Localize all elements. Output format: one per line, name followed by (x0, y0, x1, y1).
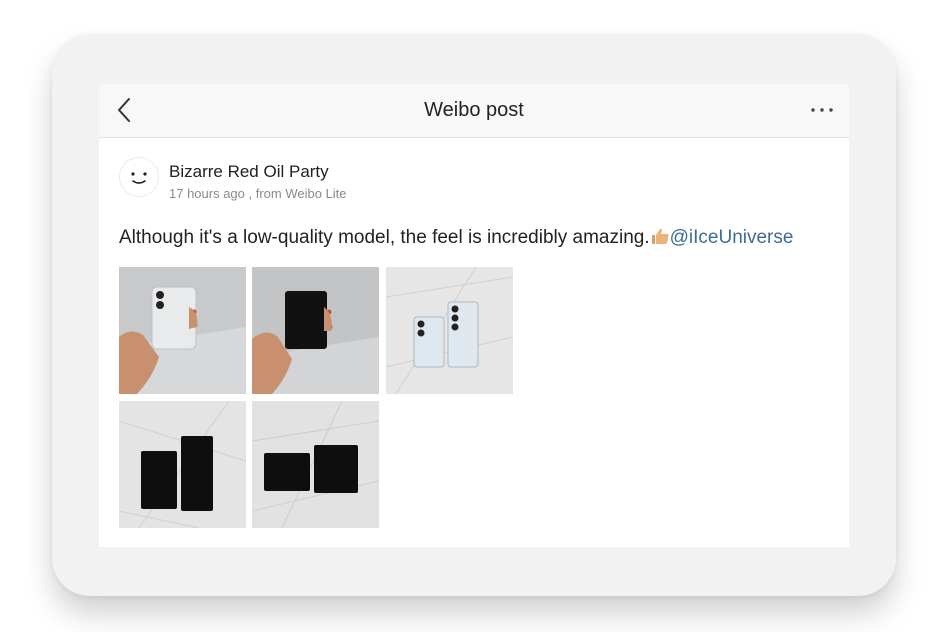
post-photo-2[interactable] (252, 267, 379, 394)
avatar[interactable] (119, 157, 159, 197)
post-body: Although it's a low-quality model, the f… (119, 227, 650, 248)
post-photo-1[interactable] (119, 267, 246, 394)
more-options-button[interactable] (809, 98, 835, 122)
author-name[interactable]: Bizarre Red Oil Party (169, 162, 329, 182)
ellipsis-icon (811, 108, 833, 112)
top-bar: Weibo post (99, 84, 849, 138)
mention-link[interactable]: @iIceUniverse (670, 227, 794, 248)
post-meta: 17 hours ago , from Weibo Lite (169, 186, 347, 201)
post-text: Although it's a low-quality model, the f… (119, 227, 793, 251)
app-screen: Weibo post Bizarre Red Oil Party 17 hour… (99, 84, 849, 547)
post-photo-4[interactable] (119, 401, 246, 528)
smiley-face-icon (131, 172, 147, 184)
post-photo-3[interactable] (386, 267, 513, 394)
page-title: Weibo post (424, 99, 524, 121)
post-photo-5[interactable] (252, 401, 379, 528)
thumbs-up-icon (650, 227, 670, 251)
